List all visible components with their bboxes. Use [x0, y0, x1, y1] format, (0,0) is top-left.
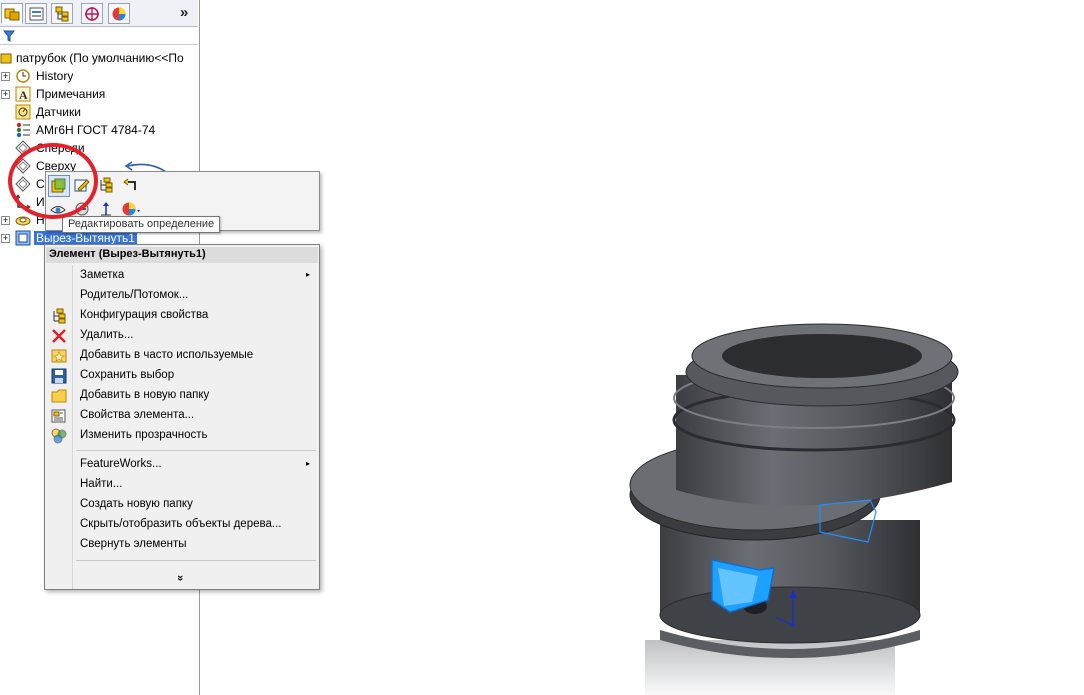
revolve-icon — [15, 216, 31, 226]
rollback-button[interactable] — [120, 175, 142, 197]
context-menu: Элемент (Вырез-Вытянуть1) Заметка ▸ Роди… — [44, 244, 320, 590]
dimxpert-tab[interactable] — [81, 3, 103, 24]
tree-item-label: Примечания — [36, 87, 106, 101]
rollback-icon — [123, 178, 136, 190]
tree-item-sensors[interactable]: Датчики — [0, 103, 198, 121]
menu-item-add-to-folder[interactable]: Добавить в новую папку — [51, 386, 318, 406]
menu-item-label: Удалить... — [80, 329, 134, 341]
menu-separator — [76, 450, 316, 451]
tree-root-part[interactable]: патрубок (По умолчанию<<По — [0, 49, 198, 67]
annotations-icon: A — [15, 86, 31, 102]
svg-text:A: A — [19, 88, 28, 102]
menu-item-label: Конфигурация свойства — [80, 309, 209, 321]
tree-item-label: Вырез-Вытянуть1 — [34, 231, 137, 245]
menu-item-label: Добавить в часто используемые — [80, 349, 254, 361]
configure-feature-icon — [53, 308, 66, 324]
dimxpert-icon — [85, 7, 99, 21]
annotation-circle — [8, 143, 98, 219]
tree-filter-bar[interactable] — [0, 28, 198, 45]
menu-item-label: Сохранить выбор — [80, 369, 175, 381]
expand-toggle[interactable]: + — [1, 90, 10, 99]
display-manager-icon — [112, 7, 126, 21]
expand-toggle[interactable]: + — [1, 234, 10, 243]
menu-item-feature-properties[interactable]: Свойства элемента... — [51, 406, 318, 426]
favorites-icon — [51, 349, 67, 363]
menu-item-note[interactable]: Заметка ▸ — [74, 266, 318, 286]
menu-item-hide-show-tree[interactable]: Скрыть/отобразить объекты дерева... — [74, 515, 318, 535]
menu-item-add-favorites[interactable]: Добавить в часто используемые — [51, 346, 318, 366]
history-icon — [16, 69, 30, 83]
configure-feature-icon — [100, 177, 113, 193]
tree-item-label: History — [36, 69, 74, 83]
menu-item-delete[interactable]: Удалить... — [52, 326, 318, 346]
menu-item-parent-child[interactable]: Родитель/Потомок... — [74, 286, 318, 306]
configuration-manager-icon — [55, 6, 69, 22]
menu-header: Элемент (Вырез-Вытянуть1) — [46, 247, 318, 263]
panel-tab-bar: » — [0, 0, 198, 27]
normal-to-icon — [101, 202, 111, 216]
menu-item-save-selection[interactable]: Сохранить выбор — [51, 366, 318, 386]
tree-item-label: АМг6Н ГОСТ 4784-74 — [36, 123, 156, 137]
menu-item-label: Скрыть/отобразить объекты дерева... — [80, 518, 282, 530]
configuration-manager-tab[interactable] — [51, 3, 73, 24]
expand-menu-chevron-icon[interactable]: » — [174, 575, 186, 581]
axis-origin-icon — [791, 623, 795, 627]
tree-root-label: патрубок (По умолчанию<<По — [16, 51, 184, 65]
display-manager-tab[interactable] — [108, 3, 130, 24]
menu-item-configure[interactable]: Конфигурация свойства — [53, 306, 318, 326]
expand-toggle[interactable]: + — [1, 72, 10, 81]
graphics-viewport[interactable] — [200, 0, 1084, 695]
menu-item-label: Свернуть элементы — [80, 538, 187, 550]
property-manager-icon — [29, 7, 44, 21]
submenu-arrow-icon: ▸ — [305, 459, 310, 468]
menu-item-collapse[interactable]: Свернуть элементы — [74, 535, 318, 555]
delete-icon — [52, 329, 66, 343]
menu-item-label: Создать новую папку — [80, 498, 193, 510]
material-icon — [16, 122, 30, 138]
menu-item-label: Свойства элемента... — [80, 409, 195, 421]
menu-item-label: FeatureWorks... — [80, 458, 162, 470]
menu-item-label: Добавить в новую папку — [80, 389, 210, 401]
menu-separator — [76, 560, 316, 561]
menu-item-label: Изменить прозрачность — [80, 429, 208, 441]
appearance-icon — [122, 202, 140, 216]
filter-icon[interactable] — [3, 30, 15, 42]
model-view[interactable] — [200, 0, 1084, 695]
tree-item-material[interactable]: АМг6Н ГОСТ 4784-74 — [0, 121, 198, 139]
model-lower-ring[interactable] — [659, 586, 921, 644]
expand-toggle[interactable]: + — [1, 216, 10, 225]
menu-item-label: Родитель/Потомок... — [80, 289, 189, 301]
tooltip-edit-feature: Редактировать определение — [62, 216, 221, 233]
tree-item-annotations[interactable]: + A Примечания — [0, 85, 198, 103]
sensors-icon — [15, 104, 31, 120]
configure-feature-button[interactable] — [96, 175, 118, 197]
submenu-arrow-icon: ▸ — [305, 270, 310, 279]
folder-icon — [51, 389, 67, 403]
save-selection-icon — [51, 368, 67, 384]
menu-item-find[interactable]: Найти... — [74, 475, 318, 495]
model-bore — [722, 334, 922, 378]
cut-extrude-icon — [15, 230, 31, 246]
property-manager-tab[interactable] — [25, 3, 47, 24]
menu-item-label: Найти... — [80, 478, 123, 490]
feature-manager-tab[interactable] — [1, 3, 23, 24]
part-icon — [0, 53, 12, 64]
transparency-icon — [51, 428, 67, 444]
feature-properties-icon — [51, 409, 66, 423]
feature-tree-icon — [4, 8, 20, 21]
panel-expand-button[interactable]: » — [180, 4, 188, 21]
tree-item-history[interactable]: + History — [0, 67, 198, 85]
tree-item-label: Датчики — [36, 105, 81, 119]
menu-item-label: Заметка — [80, 269, 125, 281]
menu-item-transparency[interactable]: Изменить прозрачность — [51, 426, 318, 446]
menu-item-new-folder[interactable]: Создать новую папку — [74, 495, 318, 515]
menu-item-featureworks[interactable]: FeatureWorks... ▸ — [74, 455, 318, 475]
